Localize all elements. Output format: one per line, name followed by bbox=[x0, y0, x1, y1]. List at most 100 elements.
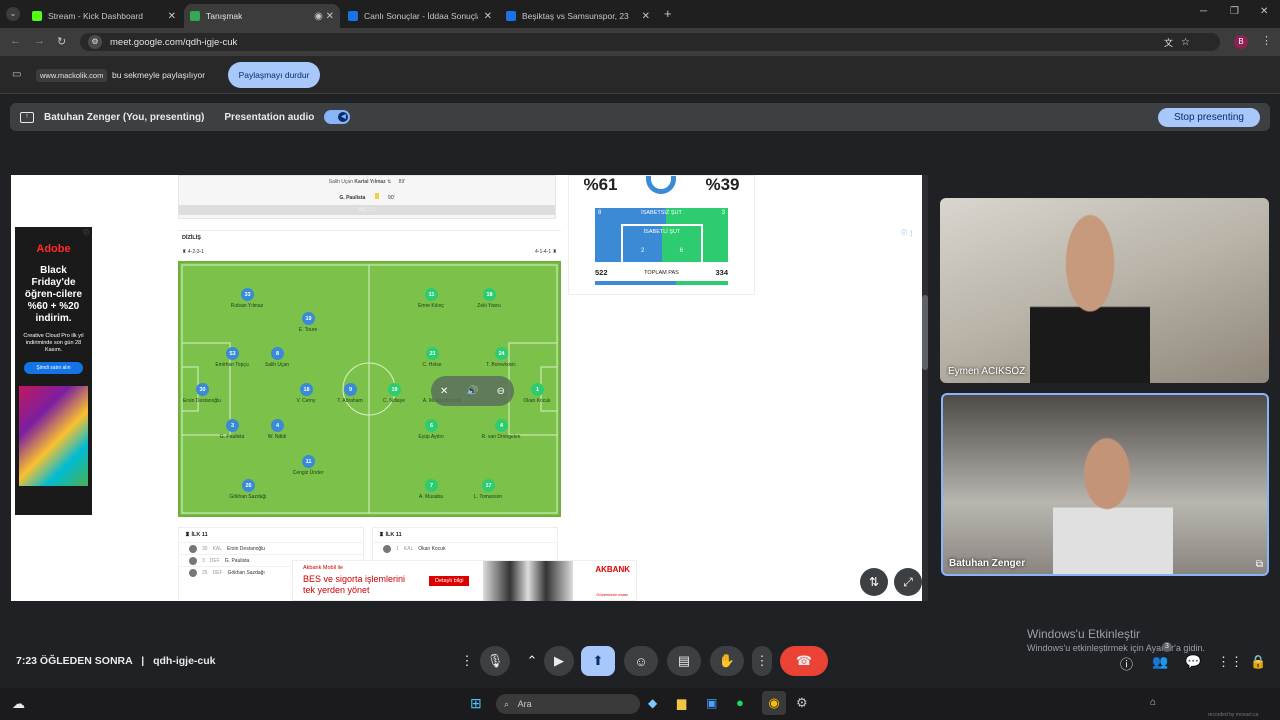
tab-mackolik-live[interactable]: Canlı Sonuçlar - İddaa Sonuçla ✕ bbox=[342, 4, 498, 28]
taskbar-search[interactable]: ⌕ Ara bbox=[496, 694, 640, 714]
participant-tile-eymen[interactable]: Eymen ACIKSÖZ bbox=[940, 198, 1269, 383]
away-player-marker[interactable]: 21 bbox=[426, 347, 439, 360]
presentation-audio-toggle[interactable]: ◀ bbox=[324, 110, 351, 124]
translate-icon[interactable]: 文 bbox=[1164, 36, 1173, 49]
tab-search-button[interactable]: ⌄ bbox=[6, 7, 20, 21]
chrome-icon[interactable]: ◉ bbox=[762, 691, 786, 715]
minimize-icon[interactable]: ─ bbox=[1200, 6, 1207, 17]
passes-label: TOPLAM PAS bbox=[644, 270, 679, 276]
chat-icon[interactable]: 💬 bbox=[1185, 654, 1201, 670]
away-player-marker[interactable]: 24 bbox=[495, 347, 508, 360]
home-player-marker[interactable]: 18 bbox=[300, 383, 313, 396]
home-player-marker[interactable]: 8 bbox=[271, 347, 284, 360]
ad-cta-button[interactable]: Şimdi satın alın bbox=[24, 362, 83, 374]
people-icon[interactable]: 👥 bbox=[1152, 654, 1168, 670]
home-player-marker[interactable]: 33 bbox=[241, 288, 254, 301]
away-player-marker[interactable]: 1 bbox=[531, 383, 544, 396]
restore-icon[interactable]: ❐ bbox=[1230, 6, 1239, 17]
forward-icon[interactable]: → bbox=[34, 35, 45, 47]
leave-call-button[interactable]: ☎ bbox=[780, 646, 828, 676]
meeting-info-icon[interactable]: ⓘ bbox=[1120, 654, 1133, 673]
tray-network-icon[interactable]: ⌂ bbox=[1150, 697, 1156, 708]
remove-icon[interactable]: ⊖ bbox=[497, 386, 505, 397]
volume-icon[interactable]: 🔊 bbox=[466, 386, 478, 397]
home-player-marker[interactable]: 9 bbox=[344, 383, 357, 396]
browser-menu-icon[interactable]: ⋮ bbox=[1261, 34, 1272, 47]
close-icon[interactable]: ◉ ✕ bbox=[314, 11, 334, 22]
address-bar[interactable]: ⚙ meet.google.com/qdh-igje-cuk 文 ☆ bbox=[80, 33, 1220, 51]
home-player-marker[interactable]: 3 bbox=[226, 419, 239, 432]
adobe-ad[interactable]: Adobe Black Friday'de öğren-cilere %60 +… bbox=[15, 227, 92, 515]
audio-levels-button[interactable]: ⋮ bbox=[454, 646, 480, 676]
close-icon[interactable]: ✕ bbox=[484, 11, 492, 22]
file-explorer-icon[interactable]: ▆ bbox=[677, 696, 686, 710]
ad-info-icon[interactable]: ⓘ bbox=[83, 228, 89, 237]
home-player-marker[interactable]: 53 bbox=[226, 347, 239, 360]
stop-sharing-button[interactable]: Paylaşmayı durdur bbox=[228, 62, 320, 88]
store-icon[interactable]: ▣ bbox=[706, 696, 717, 710]
start-button[interactable]: ⊞ bbox=[470, 695, 482, 712]
away-player-marker[interactable]: 6 bbox=[425, 419, 438, 432]
akbank-slogan: Güveninizin esası bbox=[596, 592, 628, 597]
content-scrollbar[interactable] bbox=[922, 175, 928, 601]
away-player-marker[interactable]: 7 bbox=[425, 479, 438, 492]
ad-info-icon[interactable]: ⓘ ⋮ bbox=[901, 228, 915, 237]
raise-hand-button[interactable]: ✋ bbox=[710, 646, 744, 676]
profile-avatar[interactable]: B bbox=[1234, 35, 1248, 49]
tab-meet[interactable]: Tanışmak ◉ ✕ bbox=[184, 4, 340, 28]
home-formation: ♜ 4-2-3-1 bbox=[182, 249, 204, 255]
away-player-marker[interactable]: 18 bbox=[483, 288, 496, 301]
more-options-button[interactable]: ⋮ bbox=[752, 646, 772, 676]
reactions-button[interactable]: ☺ bbox=[624, 646, 658, 676]
camera-button[interactable]: ▶ bbox=[544, 646, 574, 676]
away-player-marker[interactable]: 4 bbox=[495, 419, 508, 432]
url-text: meet.google.com/qdh-igje-cuk bbox=[110, 36, 238, 48]
stop-presenting-button[interactable]: Stop presenting bbox=[1157, 107, 1260, 127]
ad-body: Creative Cloud Pro ilk yıl indiriminde s… bbox=[23, 333, 84, 353]
lineup-row[interactable]: 30 KAL Ersin Destanoğlu bbox=[179, 542, 363, 554]
weather-icon[interactable]: ☁ bbox=[12, 696, 25, 712]
home-player-marker[interactable]: 30 bbox=[196, 383, 209, 396]
spotify-icon[interactable]: ● bbox=[736, 695, 744, 710]
tab-kick[interactable]: Stream - Kick Dashboard ✕ bbox=[26, 4, 182, 28]
akbank-ad-cta[interactable]: Detaylı bilgi bbox=[429, 576, 470, 586]
new-tab-button[interactable]: + bbox=[664, 6, 672, 21]
away-player-marker[interactable]: 11 bbox=[425, 288, 438, 301]
home-player-marker[interactable]: 4 bbox=[271, 419, 284, 432]
activities-icon[interactable]: ⋮⋮ bbox=[1217, 654, 1243, 670]
meeting-code: qdh-igje-cuk bbox=[153, 655, 216, 667]
shots-off-home: 8 bbox=[598, 210, 602, 216]
video-options-button[interactable]: ⌃ bbox=[520, 646, 544, 676]
lineup-row[interactable]: 1 KAL Okan Kocuk bbox=[373, 542, 557, 554]
captions-button[interactable]: ▤ bbox=[667, 646, 701, 676]
windows-activate-title: Windows'u Etkinleştir bbox=[1027, 627, 1140, 641]
window-close-icon[interactable]: ✕ bbox=[1260, 6, 1268, 17]
away-player-marker[interactable]: 19 bbox=[388, 383, 401, 396]
home-player-marker[interactable]: 26 bbox=[242, 479, 255, 492]
away-player-marker[interactable]: 17 bbox=[482, 479, 495, 492]
tab-mackolik-match[interactable]: Beşiktaş vs Samsunspor, 23 ✕ bbox=[500, 4, 656, 28]
back-icon[interactable]: ← bbox=[10, 35, 21, 47]
copilot-icon[interactable]: ◆ bbox=[648, 696, 657, 710]
reload-icon[interactable]: ↻ bbox=[57, 35, 66, 48]
present-button[interactable]: ⬆ bbox=[581, 646, 615, 676]
akbank-ad[interactable]: Akbank Mobil ile BES ve sigorta işlemler… bbox=[292, 560, 637, 601]
unpin-icon[interactable]: ✕ bbox=[440, 386, 448, 397]
away-player-name: Eyüp Aydın bbox=[418, 434, 444, 440]
home-player-marker[interactable]: 19 bbox=[302, 312, 315, 325]
microphone-button[interactable]: 🎙 bbox=[480, 646, 510, 676]
close-icon[interactable]: ✕ bbox=[168, 11, 176, 22]
participant-tile-batuhan[interactable]: Batuhan Zenger ⧉ bbox=[941, 393, 1269, 576]
akbank-ad-line2: BES ve sigorta işlemlerini bbox=[303, 574, 406, 584]
shots-on-home: 2 bbox=[641, 248, 645, 254]
pip-icon[interactable]: ⧉ bbox=[1256, 559, 1263, 570]
close-icon[interactable]: ✕ bbox=[642, 11, 650, 22]
home-player-marker[interactable]: 11 bbox=[302, 455, 315, 468]
settings-icon[interactable]: ⚙ bbox=[796, 695, 808, 711]
swap-layout-button[interactable]: ⇅ bbox=[860, 568, 888, 596]
home-player-name: Salih Uçan bbox=[264, 362, 290, 368]
site-info-icon[interactable]: ⚙ bbox=[88, 35, 102, 49]
fullscreen-button[interactable]: ⤢ bbox=[894, 568, 922, 596]
host-controls-icon[interactable]: 🔒 bbox=[1250, 654, 1266, 670]
bookmark-star-icon[interactable]: ☆ bbox=[1181, 37, 1190, 48]
